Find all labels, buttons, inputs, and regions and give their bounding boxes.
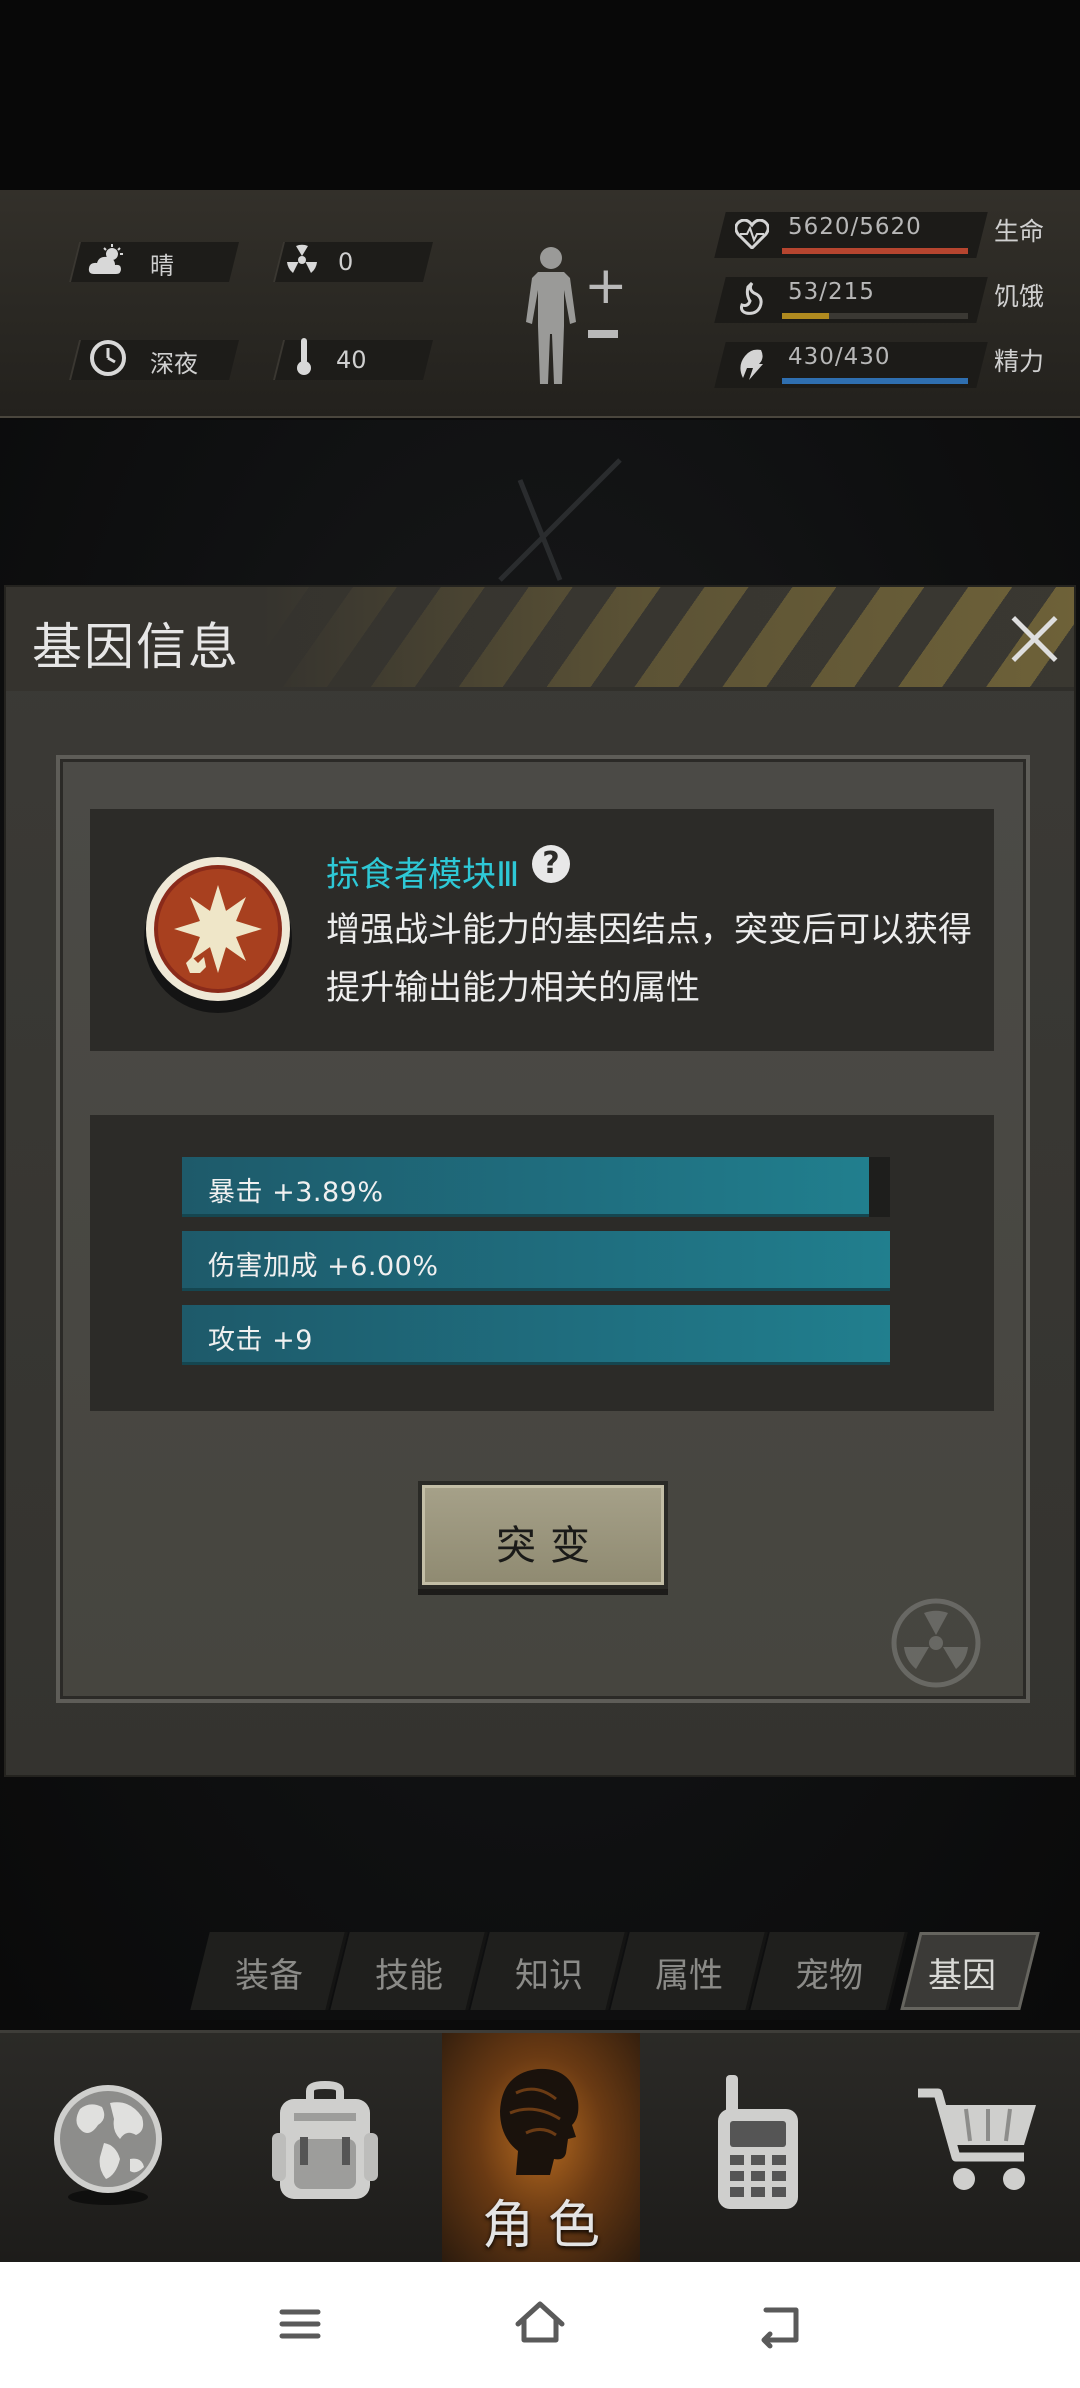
- tab-attributes-label: 属性: [655, 1956, 723, 1996]
- zoom-in-button[interactable]: +: [584, 260, 628, 312]
- home-icon[interactable]: [510, 2294, 570, 2354]
- bottom-navigation: 角色: [0, 2030, 1080, 2265]
- nav-radio[interactable]: [648, 2033, 864, 2265]
- energy-value: 430/430: [788, 344, 891, 370]
- hunger-bar: [782, 313, 968, 319]
- temperature-value: 40: [336, 346, 367, 374]
- attribute-text: 暴击 +3.89%: [208, 1177, 384, 1208]
- stat-row-health: 5620/5620 生命: [714, 210, 1060, 262]
- attribute-text: 攻击 +9: [208, 1325, 313, 1356]
- tab-genes-label: 基因: [928, 1956, 996, 1996]
- hunger-value: 53/215: [788, 279, 875, 305]
- health-label: 生命: [994, 217, 1045, 246]
- clock-icon: [88, 338, 128, 378]
- gene-attributes-card: 暴击 +3.89% 伤害加成 +6.00% 攻击 +9: [90, 1115, 994, 1411]
- help-icon[interactable]: ?: [532, 845, 570, 883]
- attribute-bar-attack: 攻击 +9: [182, 1305, 890, 1365]
- time-label: 深夜: [150, 350, 198, 378]
- mutate-button[interactable]: 突变: [418, 1481, 668, 1589]
- stomach-icon: [734, 279, 770, 319]
- top-blank-area: [0, 0, 1080, 190]
- shopping-cart-icon: [918, 2088, 1036, 2190]
- attribute-bar-damage: 伤害加成 +6.00%: [182, 1231, 890, 1291]
- nav-character[interactable]: 角色: [442, 2033, 640, 2265]
- stat-row-hunger: 53/215 饥饿: [714, 275, 1060, 327]
- character-head-icon: [500, 2068, 579, 2175]
- back-icon[interactable]: [750, 2294, 810, 2354]
- menu-icon[interactable]: [270, 2294, 330, 2354]
- walkie-talkie-icon: [718, 2075, 798, 2209]
- hunger-label: 饥饿: [994, 282, 1045, 311]
- gene-name: 掠食者模块Ⅲ: [326, 855, 520, 895]
- health-value: 5620/5620: [788, 214, 922, 240]
- radiation-icon: [282, 240, 322, 280]
- close-button[interactable]: [1006, 611, 1062, 667]
- nav-character-label: 角色: [481, 2196, 614, 2256]
- tab-knowledge-label: 知识: [515, 1956, 583, 1996]
- tab-skills-label: 技能: [375, 1956, 443, 1996]
- weather-label: 晴: [150, 252, 174, 280]
- character-tab-bar: 装备 技能 知识 属性 宠物 基因: [190, 1932, 1060, 2012]
- energy-label: 精力: [994, 347, 1045, 376]
- zoom-out-button[interactable]: [588, 330, 618, 338]
- nav-shop[interactable]: [864, 2033, 1080, 2265]
- attribute-text: 伤害加成 +6.00%: [208, 1251, 439, 1282]
- gene-description: 增强战斗能力的基因结点，突变后可以获得提升输出能力相关的属性: [326, 910, 972, 1008]
- nav-backpack[interactable]: [216, 2033, 432, 2265]
- gene-info-card: 掠食者模块Ⅲ ? 增强战斗能力的基因结点，突变后可以获得提升输出能力相关的属性: [90, 809, 994, 1051]
- gene-badge-icon: [142, 845, 294, 1015]
- health-bar: [782, 248, 968, 254]
- tab-equipment-label: 装备: [235, 1956, 303, 1996]
- mutate-button-label: 突变: [496, 1523, 604, 1569]
- thermometer-icon: [284, 336, 324, 376]
- globe-icon: [54, 2085, 162, 2205]
- system-navigation-bar: [0, 2262, 1080, 2388]
- gene-info-dialog: 基因信息 掠食者模块Ⅲ ? 增强战斗能力的基因结点，突变后可以获得提升输出能力相…: [4, 585, 1076, 1777]
- energy-icon: [734, 344, 770, 384]
- attribute-bar-crit: 暴击 +3.89%: [182, 1157, 890, 1217]
- dialog-title: 基因信息: [32, 618, 240, 676]
- weather-cloud-sun-icon: [88, 240, 128, 280]
- nav-world[interactable]: [0, 2033, 216, 2265]
- body-status-figure-icon[interactable]: [518, 244, 584, 390]
- energy-bar: [782, 378, 968, 384]
- stat-row-energy: 430/430 精力: [714, 340, 1060, 392]
- radiation-value: 0: [338, 248, 354, 276]
- heart-icon: [734, 214, 770, 254]
- tab-pets-label: 宠物: [795, 1956, 863, 1996]
- backpack-icon: [272, 2081, 378, 2199]
- radiation-watermark-icon: [890, 1597, 982, 1689]
